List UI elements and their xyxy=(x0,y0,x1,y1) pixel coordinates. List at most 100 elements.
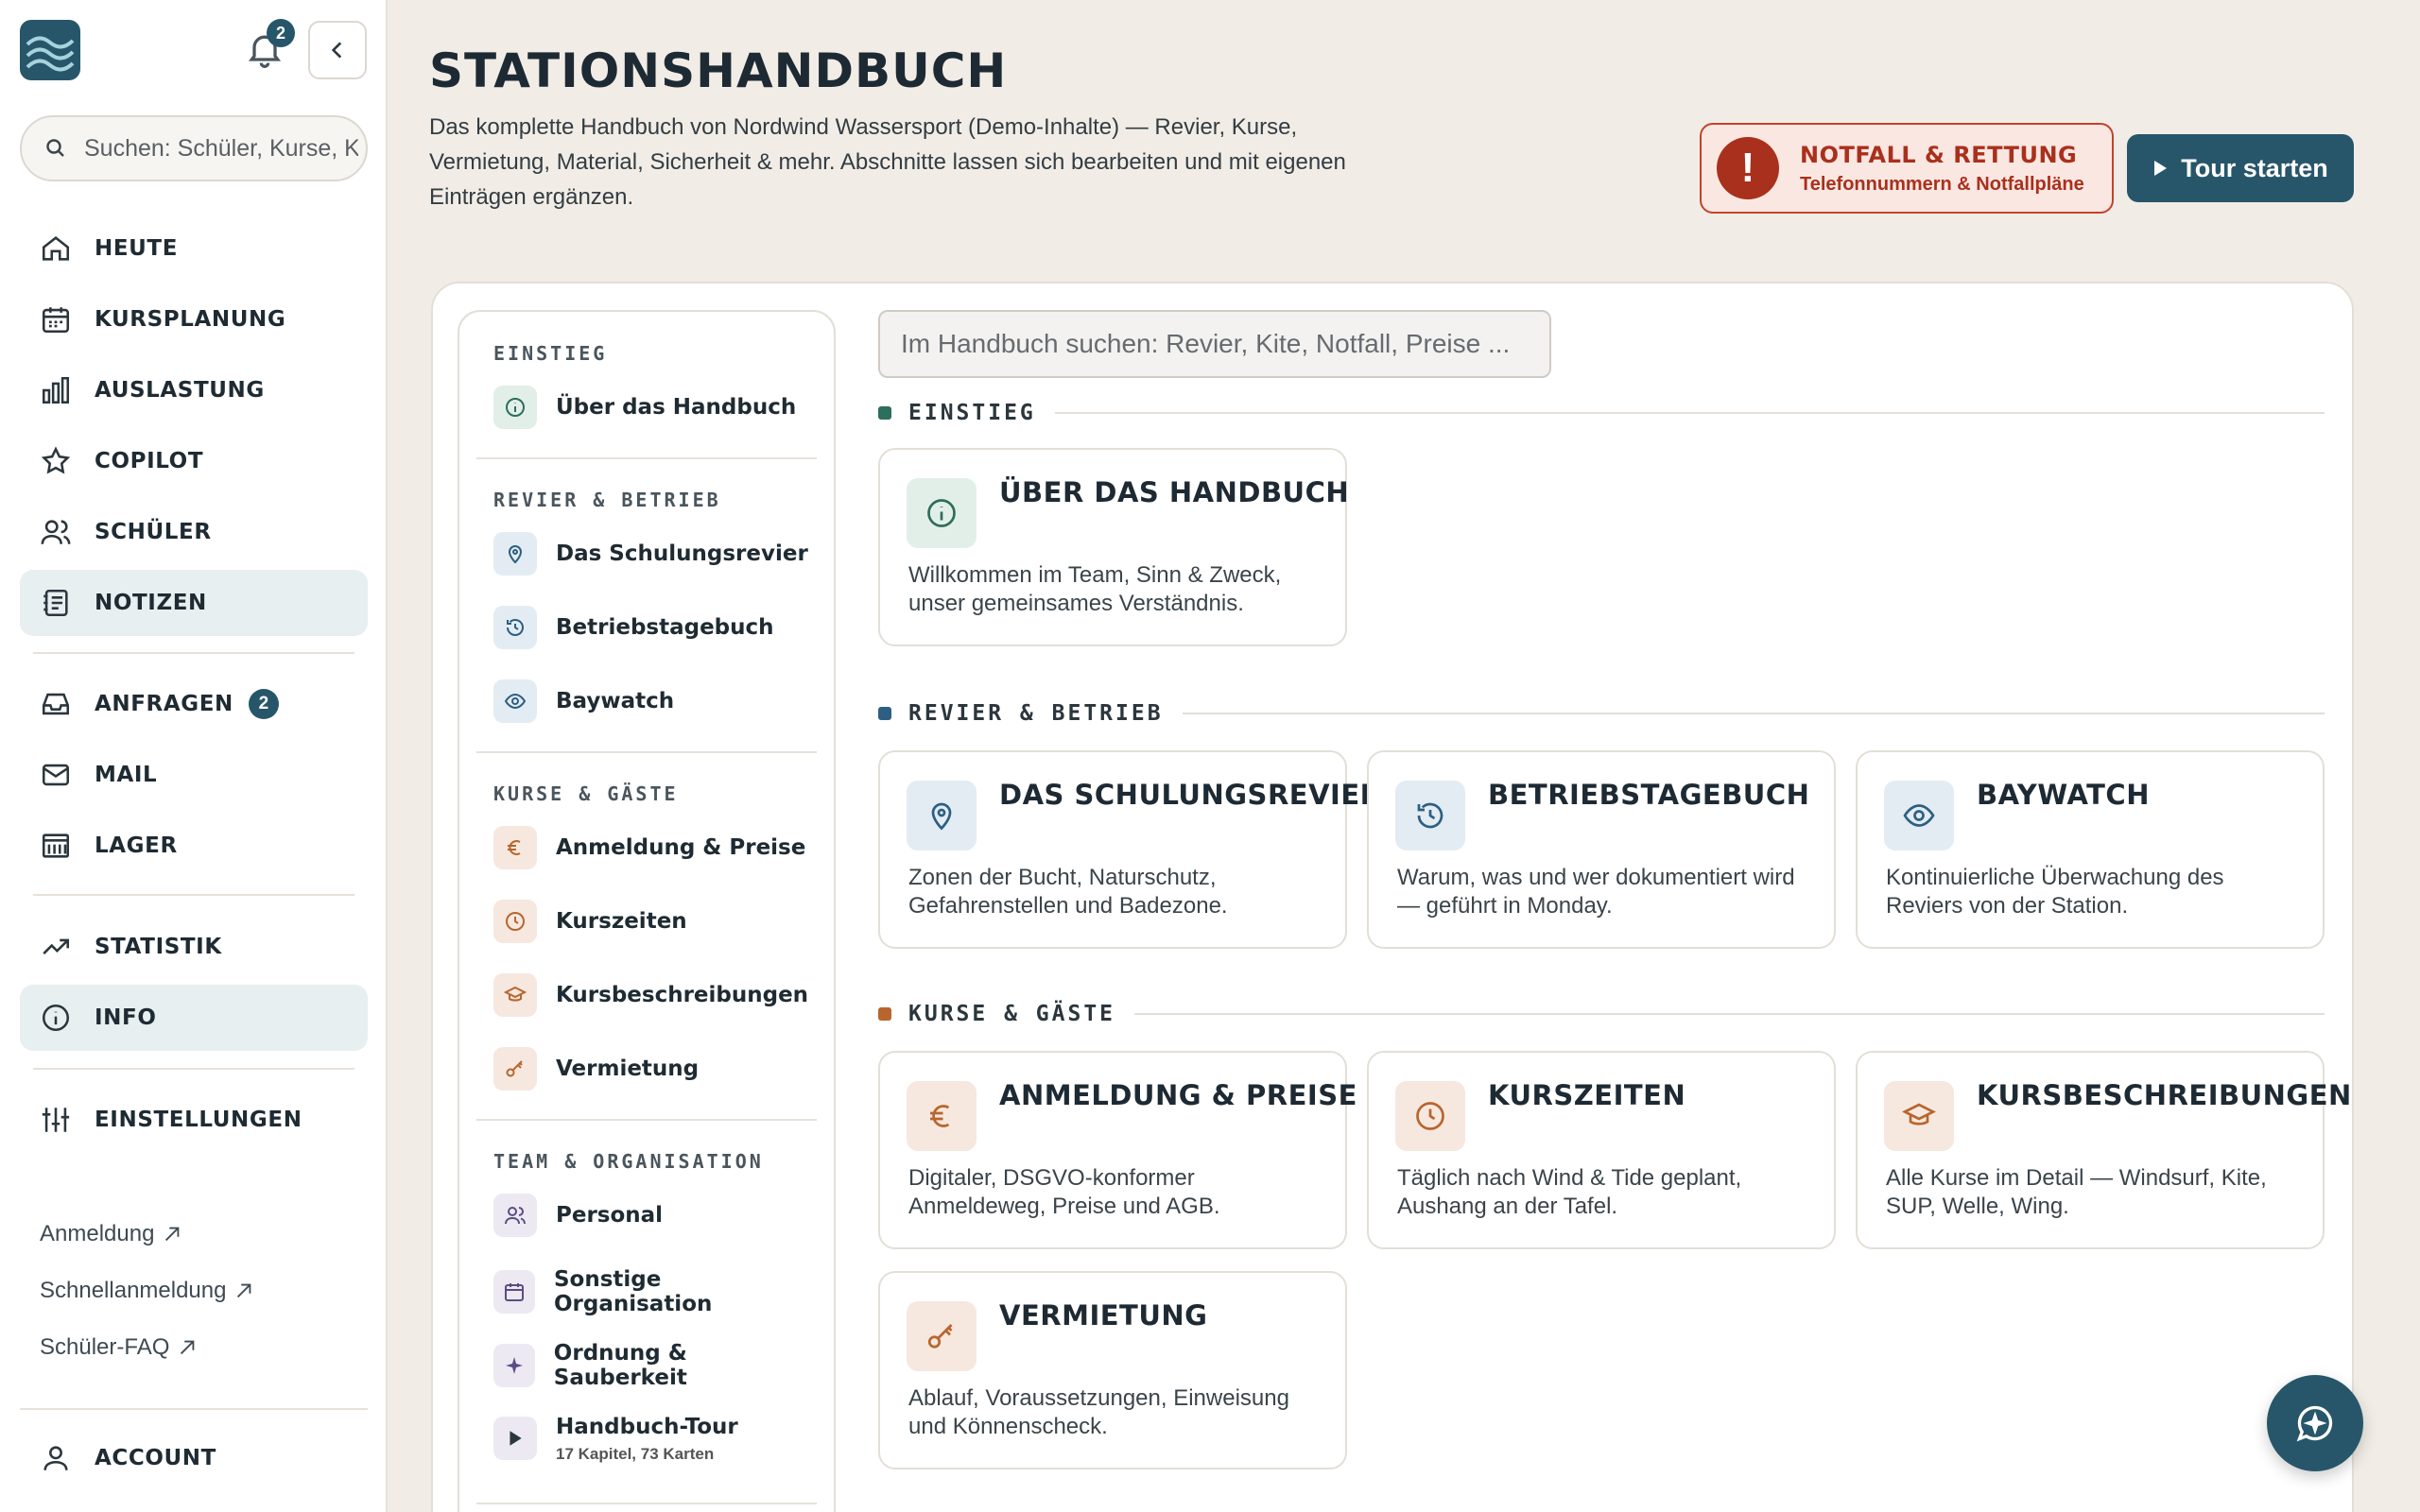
nav-item-notizen[interactable]: NOTIZEN xyxy=(20,570,368,636)
nav-item-einstellungen[interactable]: EINSTELLUNGEN xyxy=(20,1087,368,1153)
star-icon xyxy=(41,446,71,474)
nav-label: SCHÜLER xyxy=(95,520,212,544)
nav-label: STATISTIK xyxy=(95,935,222,959)
toc-item-ordnung-sauberkeit[interactable]: Ordnung & Sauberkeit xyxy=(493,1341,815,1390)
toc-label: Handbuch-Tour xyxy=(556,1415,738,1439)
card-title: BAYWATCH xyxy=(1977,779,2150,811)
map-pin-icon xyxy=(907,781,977,850)
toc-label: Vermietung xyxy=(556,1057,700,1081)
card-title: KURSZEITEN xyxy=(1488,1079,1686,1111)
external-arrow-icon xyxy=(237,1283,251,1298)
section-header-revier-betrieb: REVIER & BETRIEB xyxy=(878,699,2325,728)
emergency-button[interactable]: ! NOTFALL & RETTUNG Telefonnummern & Not… xyxy=(1700,123,2114,214)
nav-item-auslastung[interactable]: AUSLASTUNG xyxy=(20,357,368,423)
card-schulungsrevier[interactable]: DAS SCHULUNGSREVIER Zonen der Bucht, Nat… xyxy=(878,750,1381,949)
collapse-sidebar-button[interactable] xyxy=(308,21,367,79)
graduation-cap-icon xyxy=(1884,1081,1954,1151)
sidebar-search-input[interactable] xyxy=(84,134,358,163)
link-schnellanmeldung[interactable]: Schnellanmeldung xyxy=(40,1278,254,1304)
app-logo[interactable] xyxy=(20,20,80,80)
card-betriebstagebuch[interactable]: BETRIEBSTAGEBUCH Warum, was und wer doku… xyxy=(1367,750,1836,949)
card-baywatch[interactable]: BAYWATCH Kontinuierliche Überwachung des… xyxy=(1856,750,2325,949)
info-icon xyxy=(907,478,977,548)
toc-label: Das Schulungsrevier xyxy=(556,541,808,566)
nav-item-schueler[interactable]: SCHÜLER xyxy=(20,499,368,565)
section-label: KURSE & GÄSTE xyxy=(908,1002,1116,1026)
start-tour-button[interactable]: Tour starten xyxy=(2127,134,2354,202)
card-kurszeiten[interactable]: KURSZEITEN Täglich nach Wind & Tide gepl… xyxy=(1367,1051,1836,1249)
nav-label: AUSLASTUNG xyxy=(95,378,265,403)
toc-item-handbuch-tour[interactable]: Handbuch-Tour 17 Kapitel, 73 Karten xyxy=(493,1415,815,1464)
toc-divider xyxy=(476,751,817,753)
toc-item-anmeldung-preise[interactable]: Anmeldung & Preise xyxy=(493,826,815,869)
card-kursbeschreibungen[interactable]: KURSBESCHREIBUNGEN Alle Kurse im Detail … xyxy=(1856,1051,2351,1249)
search-icon xyxy=(46,139,64,157)
section-header-einstieg: EINSTIEG xyxy=(878,399,2325,427)
nav-item-info[interactable]: INFO xyxy=(20,985,368,1051)
toc-item-ueber-das-handbuch[interactable]: Über das Handbuch xyxy=(493,386,815,429)
toc-item-kurszeiten[interactable]: Kurszeiten xyxy=(493,900,815,943)
handbook-search[interactable] xyxy=(878,310,1551,378)
card-ueber-das-handbuch[interactable]: ÜBER DAS HANDBUCH Willkommen im Team, Si… xyxy=(878,448,1350,646)
start-tour-label: Tour starten xyxy=(2181,153,2328,182)
link-schueler-faq[interactable]: Schüler-FAQ xyxy=(40,1334,198,1361)
toc-item-schulungsrevier[interactable]: Das Schulungsrevier xyxy=(493,532,815,576)
section-color-dot xyxy=(878,406,891,420)
alert-icon: ! xyxy=(1717,137,1779,199)
card-description: Digitaler, DSGVO-konformer Anmeldeweg, P… xyxy=(908,1165,1220,1219)
toc-item-kursbeschreibungen[interactable]: Kursbeschreibungen xyxy=(493,973,815,1017)
toc-item-sonstige-organisation[interactable]: Sonstige Organisation xyxy=(493,1267,815,1316)
card-title: ANMELDUNG & PREISE xyxy=(999,1079,1357,1111)
toc-label: Kursbeschreibungen xyxy=(556,983,809,1007)
nav-label: ANFRAGEN xyxy=(95,692,233,716)
nav-item-kursplanung[interactable]: KURSPLANUNG xyxy=(20,286,368,352)
chat-assistant-button[interactable] xyxy=(2267,1375,2363,1471)
toc-label: Personal xyxy=(556,1203,664,1228)
card-anmeldung-preise[interactable]: ANMELDUNG & PREISE Digitaler, DSGVO-konf… xyxy=(878,1051,1357,1249)
toc-item-vermietung[interactable]: Vermietung xyxy=(493,1047,815,1091)
card-vermietung[interactable]: VERMIETUNG Ablauf, Voraussetzungen, Einw… xyxy=(878,1271,1347,1469)
link-label: Anmeldung xyxy=(40,1221,155,1246)
toc-item-betriebstagebuch[interactable]: Betriebstagebuch xyxy=(493,606,815,649)
section-header-kurse-gaeste: KURSE & GÄSTE xyxy=(878,1000,2325,1028)
emergency-title: NOTFALL & RETTUNG xyxy=(1800,141,2078,168)
key-icon xyxy=(493,1047,537,1091)
play-icon xyxy=(2154,161,2168,176)
nav-item-lager[interactable]: LAGER xyxy=(20,813,368,879)
sidebar-divider xyxy=(33,652,354,654)
card-description: Zonen der Bucht, Naturschutz, Gefahrenst… xyxy=(908,865,1228,919)
handbook-search-input[interactable] xyxy=(901,329,1534,359)
toc-item-personal[interactable]: Personal xyxy=(493,1194,815,1237)
toc-item-baywatch[interactable]: Baywatch xyxy=(493,679,815,723)
card-title: ÜBER DAS HANDBUCH xyxy=(999,476,1350,508)
toc-tour-subtitle: 17 Kapitel, 73 Karten xyxy=(556,1445,715,1463)
nav-item-account[interactable]: ACCOUNT xyxy=(20,1425,368,1491)
section-color-dot xyxy=(878,707,891,720)
link-label: Schüler-FAQ xyxy=(40,1334,170,1360)
sliders-icon xyxy=(42,1108,70,1132)
toc-label: Sonstige Organisation xyxy=(553,1267,713,1316)
chevron-left-icon xyxy=(331,42,342,59)
nav-label: ACCOUNT xyxy=(95,1446,216,1470)
nav-item-statistik[interactable]: STATISTIK xyxy=(20,914,368,980)
sidebar-search[interactable] xyxy=(20,115,368,181)
nav-item-copilot[interactable]: COPILOT xyxy=(20,428,368,494)
section-divider-line xyxy=(1134,1013,2325,1015)
card-title: DAS SCHULUNGSREVIER xyxy=(999,779,1382,811)
nav-item-anfragen[interactable]: ANFRAGEN 2 xyxy=(20,671,368,737)
users-icon xyxy=(493,1194,537,1237)
info-icon xyxy=(42,1004,70,1032)
nav-item-heute[interactable]: HEUTE xyxy=(20,215,368,282)
toc-heading: TEAM & ORGANISATION xyxy=(493,1150,764,1173)
history-icon xyxy=(1395,781,1465,850)
section-divider-line xyxy=(1182,713,2325,714)
eye-icon xyxy=(493,679,537,723)
link-anmeldung[interactable]: Anmeldung xyxy=(40,1221,182,1247)
section-color-dot xyxy=(878,1007,891,1021)
sparkle-icon xyxy=(493,1344,535,1387)
emergency-subtitle: Telefonnummern & Notfallpläne xyxy=(1800,173,2084,195)
inbox-icon xyxy=(42,693,70,715)
graduation-cap-icon xyxy=(493,973,537,1017)
card-description: Alle Kurse im Detail — Windsurf, Kite, S… xyxy=(1886,1165,2267,1219)
nav-item-mail[interactable]: MAIL xyxy=(20,742,368,808)
